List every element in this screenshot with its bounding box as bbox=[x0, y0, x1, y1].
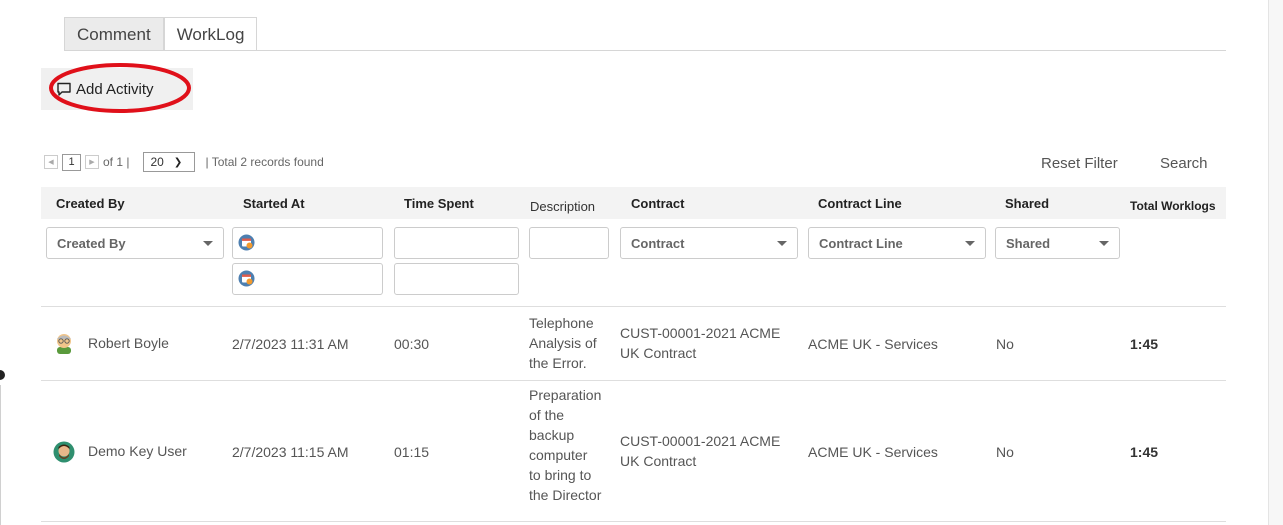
add-activity-label: Add Activity bbox=[76, 80, 154, 98]
calendar-icon[interactable] bbox=[238, 234, 255, 251]
col-header-contract-line[interactable]: Contract Line bbox=[818, 196, 902, 211]
tab-comment[interactable]: Comment bbox=[64, 17, 164, 50]
started-at-from-input[interactable] bbox=[232, 227, 383, 259]
started-at-cell: 2/7/2023 11:15 AM bbox=[232, 444, 349, 460]
col-header-created-by[interactable]: Created By bbox=[56, 196, 125, 211]
description-filter-input[interactable] bbox=[529, 227, 609, 259]
caret-down-icon bbox=[1099, 240, 1109, 246]
col-header-started-at[interactable]: Started At bbox=[243, 196, 305, 211]
shared-cell: No bbox=[996, 336, 1014, 352]
started-at-cell: 2/7/2023 11:31 AM bbox=[232, 336, 349, 352]
created-by-cell: Robert Boyle bbox=[88, 335, 169, 351]
col-header-total-worklogs[interactable]: Total Worklogs bbox=[1130, 199, 1216, 213]
time-spent-cell: 01:15 bbox=[394, 444, 430, 460]
row-separator bbox=[41, 380, 1226, 381]
contract-line-cell: ACME UK - Services bbox=[808, 336, 938, 352]
description-line: to bring to bbox=[529, 467, 592, 483]
avatar bbox=[57, 334, 71, 354]
next-page-button[interactable]: ▶ bbox=[85, 155, 99, 169]
total-records-text: | Total 2 records found bbox=[205, 155, 324, 169]
contract-cell: CUST-00001-2021 ACME UK Contract bbox=[620, 323, 780, 363]
created-by-cell: Demo Key User bbox=[88, 443, 187, 459]
col-header-time-spent[interactable]: Time Spent bbox=[404, 196, 474, 211]
created-by-filter-placeholder: Created By bbox=[57, 235, 126, 251]
prev-page-button[interactable]: ◀ bbox=[44, 155, 58, 169]
description-line: Preparation bbox=[529, 387, 602, 403]
started-at-to-input[interactable] bbox=[232, 263, 383, 295]
total-worklogs-cell: 1:45 bbox=[1130, 444, 1159, 460]
description-line: Analysis of bbox=[529, 335, 597, 351]
search-link[interactable]: Search bbox=[1160, 155, 1208, 172]
add-activity-button[interactable]: Add Activity bbox=[41, 68, 193, 110]
avatar bbox=[53, 441, 75, 463]
page-size-value: 20 bbox=[150, 155, 164, 169]
description-line: backup bbox=[529, 427, 575, 443]
vertical-scrollbar[interactable] bbox=[1268, 0, 1283, 525]
time-spent-cell: 00:30 bbox=[394, 336, 430, 352]
description-line: the Director bbox=[529, 487, 602, 503]
pager: ◀ 1 ▶ of 1 | 20 ❯ | Total 2 records foun… bbox=[44, 152, 328, 172]
left-edge-dot bbox=[0, 370, 5, 380]
col-header-shared[interactable]: Shared bbox=[1005, 196, 1049, 211]
contract-filter[interactable]: Contract bbox=[620, 227, 798, 259]
tab-worklog[interactable]: WorkLog bbox=[163, 17, 258, 51]
tab-bar: Comment WorkLog bbox=[64, 17, 258, 51]
contract-line-2: UK Contract bbox=[620, 453, 697, 469]
description-line: of the bbox=[529, 407, 565, 423]
contract-filter-placeholder: Contract bbox=[631, 235, 685, 251]
row-separator bbox=[41, 306, 1226, 307]
contract-line-filter[interactable]: Contract Line bbox=[808, 227, 986, 259]
comment-icon bbox=[57, 82, 71, 96]
caret-down-icon bbox=[203, 240, 213, 246]
description-line: the Error. bbox=[529, 355, 587, 371]
page-size-select[interactable]: 20 ❯ bbox=[143, 152, 196, 172]
page-count-text: of 1 | bbox=[103, 155, 130, 169]
time-spent-from-input[interactable] bbox=[394, 227, 519, 259]
col-header-description[interactable]: Description bbox=[530, 199, 595, 214]
contract-line-1: CUST-00001-2021 ACME bbox=[620, 325, 781, 341]
description-cell: Telephone Analysis of the Error. bbox=[529, 313, 597, 373]
description-cell: Preparation of the backup computer to br… bbox=[529, 385, 601, 505]
caret-down-icon bbox=[965, 240, 975, 246]
row-separator bbox=[41, 521, 1226, 522]
contract-line-2: UK Contract bbox=[620, 345, 697, 361]
contract-line-filter-placeholder: Contract Line bbox=[819, 235, 903, 251]
description-line: Telephone bbox=[529, 315, 594, 331]
shared-cell: No bbox=[996, 444, 1014, 460]
created-by-filter[interactable]: Created By bbox=[46, 227, 224, 259]
contract-line-cell: ACME UK - Services bbox=[808, 444, 938, 460]
calendar-icon[interactable] bbox=[238, 270, 255, 287]
contract-line-1: CUST-00001-2021 ACME bbox=[620, 433, 781, 449]
tab-underline bbox=[64, 50, 1226, 51]
page-number-input[interactable]: 1 bbox=[62, 153, 81, 171]
shared-filter[interactable]: Shared bbox=[995, 227, 1120, 259]
shared-filter-placeholder: Shared bbox=[1006, 235, 1051, 251]
time-spent-to-input[interactable] bbox=[394, 263, 519, 295]
total-worklogs-cell: 1:45 bbox=[1130, 336, 1159, 352]
left-edge-line bbox=[0, 385, 1, 525]
reset-filter-link[interactable]: Reset Filter bbox=[1041, 155, 1118, 172]
chevron-down-icon: ❯ bbox=[173, 156, 183, 168]
caret-down-icon bbox=[777, 240, 787, 246]
description-line: computer bbox=[529, 447, 588, 463]
contract-cell: CUST-00001-2021 ACME UK Contract bbox=[620, 431, 780, 471]
col-header-contract[interactable]: Contract bbox=[631, 196, 684, 211]
